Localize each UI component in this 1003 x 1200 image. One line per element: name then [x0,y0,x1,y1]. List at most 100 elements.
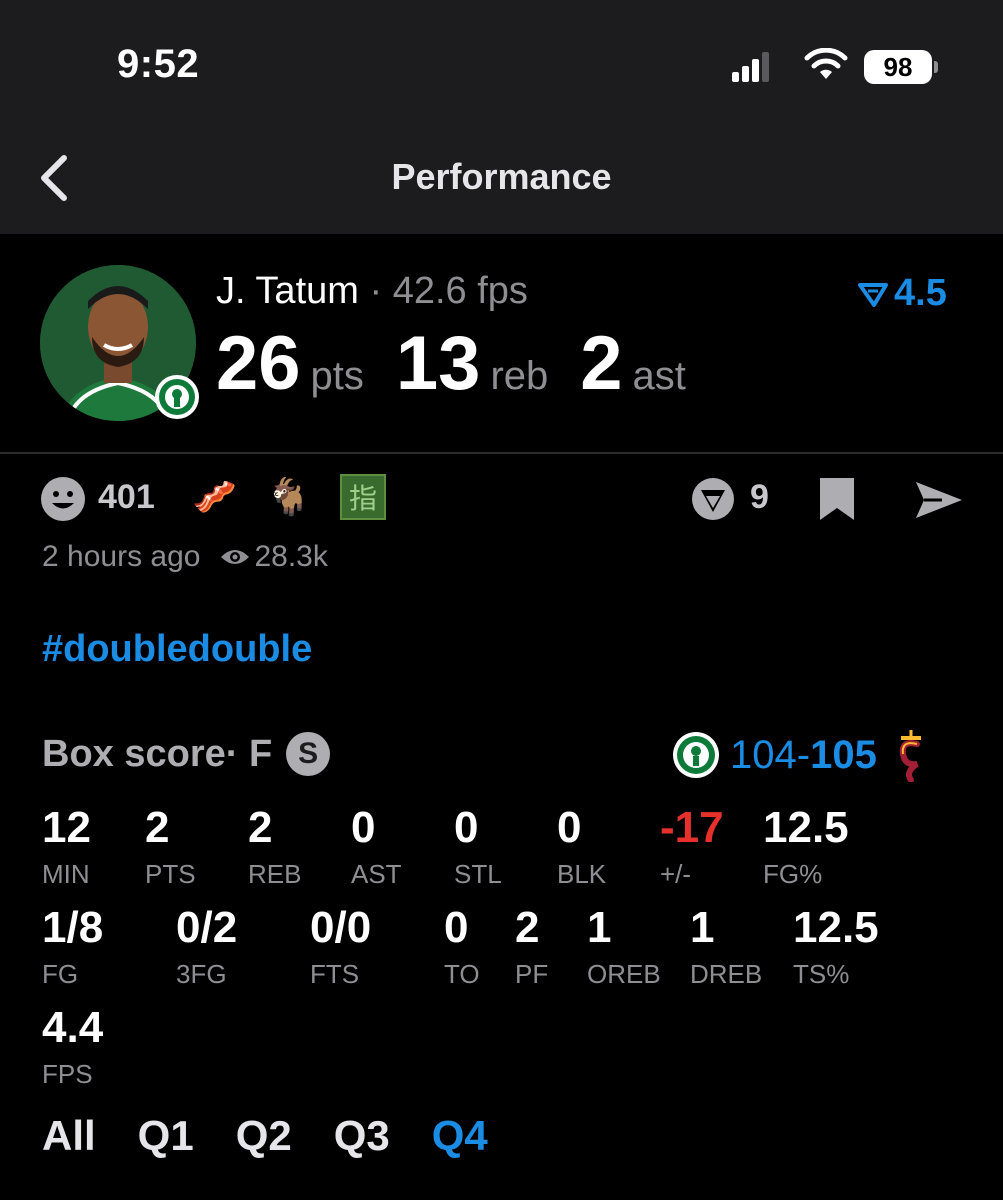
stat-label: OREB [587,959,661,989]
cavaliers-logo-icon [899,730,921,782]
boost-indicator[interactable]: 4.5 [858,272,947,315]
stat-label: AST [351,859,402,889]
score-home: 104 [730,732,797,777]
stat-ts-pct: 12.5 TS% [793,904,879,990]
goat-icon[interactable]: 🐐 [266,476,311,518]
tab-all[interactable]: All [42,1112,96,1160]
stat-ast: 0 AST [351,804,402,890]
stat-label: MIN [42,859,90,889]
stat-label: FPS [42,1059,93,1089]
view-count: 28.3k [220,540,328,574]
stat-reb-value: 13 [395,321,481,406]
stat-label: DREB [690,959,763,989]
divider [0,452,1003,454]
stat-value: 12 [42,803,91,852]
wifi-icon [804,48,848,79]
stat-fg-pct: 12.5 FG% [763,804,849,890]
stat-3fg: 0/2 3FG [176,904,237,990]
tab-q4[interactable]: Q4 [432,1112,488,1160]
bacon-icon[interactable]: 🥓 [192,476,237,518]
quarter-tabs: All Q1 Q2 Q3 Q4 [42,1112,488,1160]
stat-stl: 0 STL [454,804,502,890]
stat-plus-minus: -17 +/- [660,804,724,890]
hashtag-link[interactable]: #doubledouble [42,628,312,671]
stat-value: 2 [515,903,540,952]
tab-q3[interactable]: Q3 [334,1112,390,1160]
eye-icon [221,550,250,564]
stat-label: FG [42,959,79,989]
stat-value: 1 [690,903,715,952]
tab-q2[interactable]: Q2 [236,1112,292,1160]
stat-label: TS% [793,959,850,989]
top-bar: 9:52 98 Performance [0,0,1003,234]
stat-to: 0 TO [444,904,480,990]
game-status: · F [225,732,273,775]
stat-label: FG% [763,859,823,889]
smile-reaction-icon[interactable] [40,476,86,522]
status-time: 9:52 [117,42,200,86]
stat-pts-unit: pts [310,354,364,398]
stat-value: 12.5 [763,803,849,852]
tab-q1[interactable]: Q1 [138,1112,194,1160]
stat-value: 1/8 [42,903,104,952]
starter-badge: S [286,732,331,776]
views-value: 28.3k [254,540,328,573]
time-ago: 2 hours ago [42,540,201,573]
name-separator: · [358,270,393,312]
stat-value: 0 [351,803,376,852]
stat-dreb: 1 DREB [690,904,762,990]
reaction-count: 401 [98,478,155,516]
battery-icon: 98 [864,50,938,84]
bookmark-icon[interactable] [818,476,856,522]
send-icon[interactable] [914,480,964,520]
post-meta: 2 hours ago 28.3k [42,540,328,574]
stat-label: BLK [557,859,607,889]
stat-reb: 2 REB [248,804,301,890]
stat-value: 0 [444,903,469,952]
kanji-finger-icon[interactable]: 指 [340,474,386,520]
stat-label: STL [454,859,502,889]
boost-value: 4.5 [894,272,947,314]
stat-label: 3FG [176,959,227,989]
player-fps: 42.6 fps [392,270,528,312]
stat-value: 0 [557,803,582,852]
celtics-logo-icon [673,732,719,778]
stat-value: 1 [587,903,612,952]
status-icons: 98 [732,46,942,90]
vote-icon[interactable] [690,476,736,522]
stat-fps: 4.4 FPS [42,1004,103,1090]
page-title: Performance [391,156,612,197]
stat-fg: 1/8 FG [42,904,103,990]
stat-value: 2 [145,803,170,852]
stat-fts: 0/0 FTS [310,904,371,990]
stat-value: 4.4 [42,1003,104,1052]
box-score-header: Box score · F S [42,732,331,776]
box-score-title: Box score [42,732,226,775]
stat-value: 0/0 [310,903,372,952]
stat-pf: 2 PF [515,904,548,990]
stat-blk: 0 BLK [557,804,606,890]
celtics-logo-icon [155,375,199,419]
stat-value: 0 [454,803,479,852]
player-statline: 26 pts 13 reb 2 ast [216,320,718,407]
stat-min: 12 MIN [42,804,91,890]
stat-label: PTS [145,859,196,889]
player-name-line: J. Tatum · 42.6 fps [216,270,528,313]
player-name[interactable]: J. Tatum [216,270,359,312]
stat-label: TO [444,959,480,989]
boost-v-icon [858,282,888,307]
stat-value: -17 [660,803,724,852]
cellular-signal-icon [732,52,769,82]
game-score[interactable]: 104-105 [672,728,925,782]
battery-level: 98 [864,50,932,84]
stat-label: REB [248,859,302,889]
reactions-row: 401 🥓 🐐 指 9 [40,472,970,524]
stat-oreb: 1 OREB [587,904,661,990]
vote-count: 9 [750,478,769,516]
stat-value: 12.5 [793,903,879,952]
stat-reb-unit: reb [490,354,549,398]
score-dash: - [796,732,811,777]
stat-label: PF [515,959,549,989]
stat-pts: 2 PTS [145,804,196,890]
score-text: 104-105 [730,733,877,778]
